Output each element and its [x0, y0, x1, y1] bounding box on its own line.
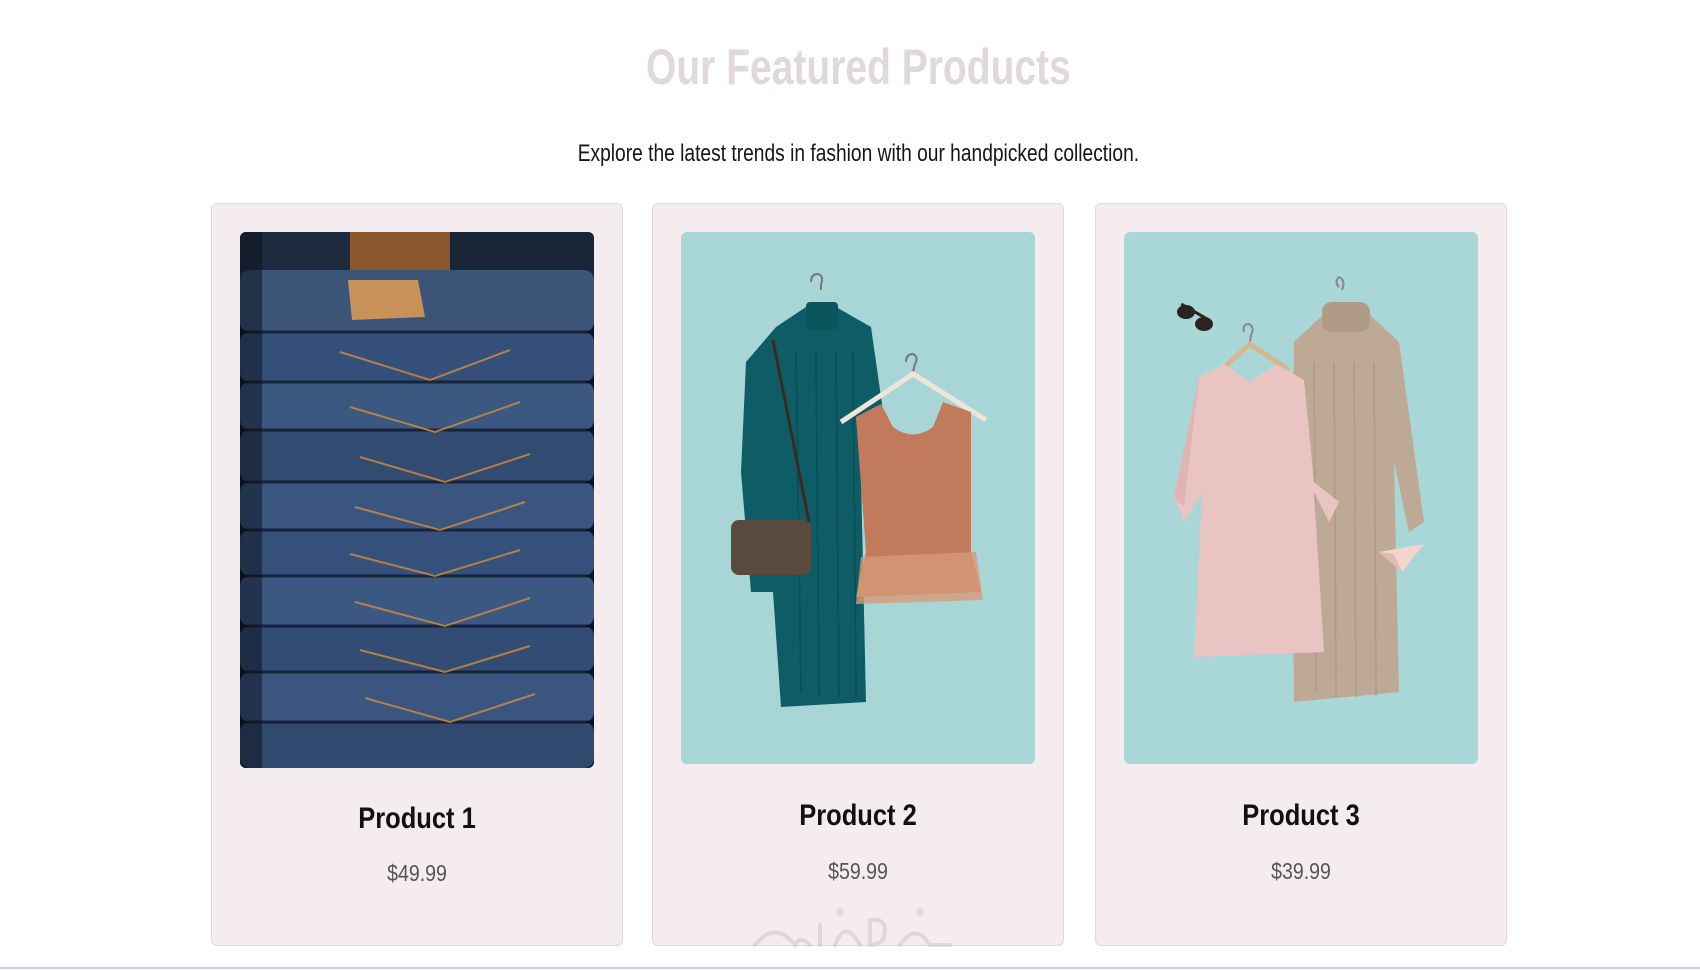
bottom-divider — [0, 967, 1700, 969]
product-image-pink-and-beige-dresses[interactable] — [1124, 232, 1478, 764]
product-price: $59.99 — [828, 858, 888, 884]
product-image-dress-and-top[interactable] — [681, 232, 1035, 764]
product-grid: Product 1 $49.99 Product 2 $59.99 Produc… — [211, 203, 1511, 948]
product-card-2[interactable]: Product 2 $59.99 — [652, 203, 1064, 946]
page: Our Featured Products Explore the latest… — [0, 0, 1700, 970]
product-name[interactable]: Product 3 — [1127, 799, 1476, 833]
product-card-1[interactable]: Product 1 $49.99 — [211, 203, 623, 946]
watermark-logo — [753, 908, 952, 949]
section-title: Our Featured Products — [646, 39, 1071, 95]
product-price: $49.99 — [387, 860, 447, 886]
product-name[interactable]: Product 1 — [243, 802, 592, 836]
section-subtitle: Explore the latest trends in fashion wit… — [577, 140, 1140, 167]
product-image-jeans[interactable] — [240, 232, 594, 768]
product-name[interactable]: Product 2 — [684, 799, 1033, 833]
product-card-3[interactable]: Product 3 $39.99 — [1095, 203, 1507, 946]
product-price: $39.99 — [1271, 858, 1331, 884]
